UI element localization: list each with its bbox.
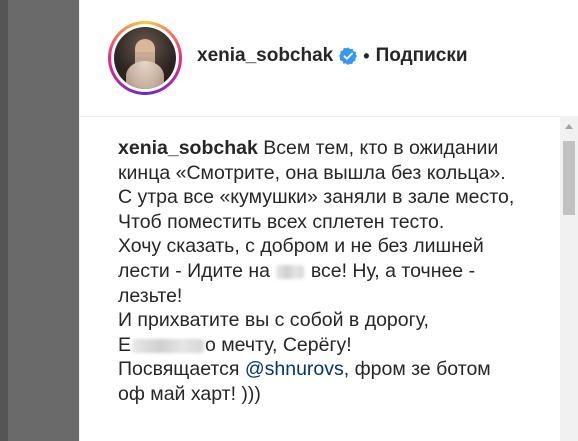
- scroll-up-arrow-icon: [565, 123, 573, 129]
- verified-badge-icon: [339, 47, 358, 65]
- caption-line: И прихватите вы с собой в дорогу,: [118, 309, 429, 332]
- avatar[interactable]: [114, 27, 176, 89]
- caption-line: оф май харт! ))): [118, 382, 261, 405]
- caption-author-link[interactable]: xenia_sobchak: [118, 137, 258, 159]
- post-side-panel: xenia_sobchak • Подписки xenia_sobchak В…: [79, 0, 578, 441]
- caption-line: Ео мечту, Серёгу!: [118, 333, 352, 356]
- caption-line: С утра все «кумушки» заняли в зале место…: [118, 186, 515, 209]
- caption-line: Посвящается @shnurovs, фром зе ботом: [118, 358, 491, 381]
- caption-scrollbar[interactable]: [560, 117, 578, 441]
- media-edge: [0, 0, 8, 441]
- censored-word: [132, 338, 205, 353]
- post-header: xenia_sobchak • Подписки: [80, 0, 578, 117]
- censored-word: [276, 264, 305, 279]
- caption-line: лести - Идите на все! Ну, а точнее -: [118, 259, 476, 282]
- user-row: xenia_sobchak • Подписки: [197, 44, 468, 68]
- avatar-dress: [126, 61, 164, 89]
- caption-line: Чтоб поместить всех сплетен тесто.: [118, 210, 445, 233]
- post-caption: xenia_sobchak Всем тем, кто в ожидании к…: [118, 136, 558, 407]
- separator-dot: •: [363, 45, 370, 66]
- story-ring[interactable]: [108, 21, 182, 95]
- caption-line: лезьте!: [118, 284, 183, 307]
- username-link[interactable]: xenia_sobchak: [197, 45, 333, 67]
- scroll-thumb[interactable]: [563, 141, 575, 215]
- caption-line: кинца «Смотрите, она вышла без кольца».: [118, 161, 506, 184]
- following-button[interactable]: Подписки: [376, 45, 468, 67]
- post-media[interactable]: [0, 0, 79, 441]
- scroll-up-button[interactable]: [560, 117, 578, 135]
- caption-line: xenia_sobchak Всем тем, кто в ожидании: [118, 137, 499, 159]
- mention-link[interactable]: @shnurovs: [245, 358, 344, 380]
- caption-line: Хочу сказать, с добром и не без лишней: [118, 235, 484, 258]
